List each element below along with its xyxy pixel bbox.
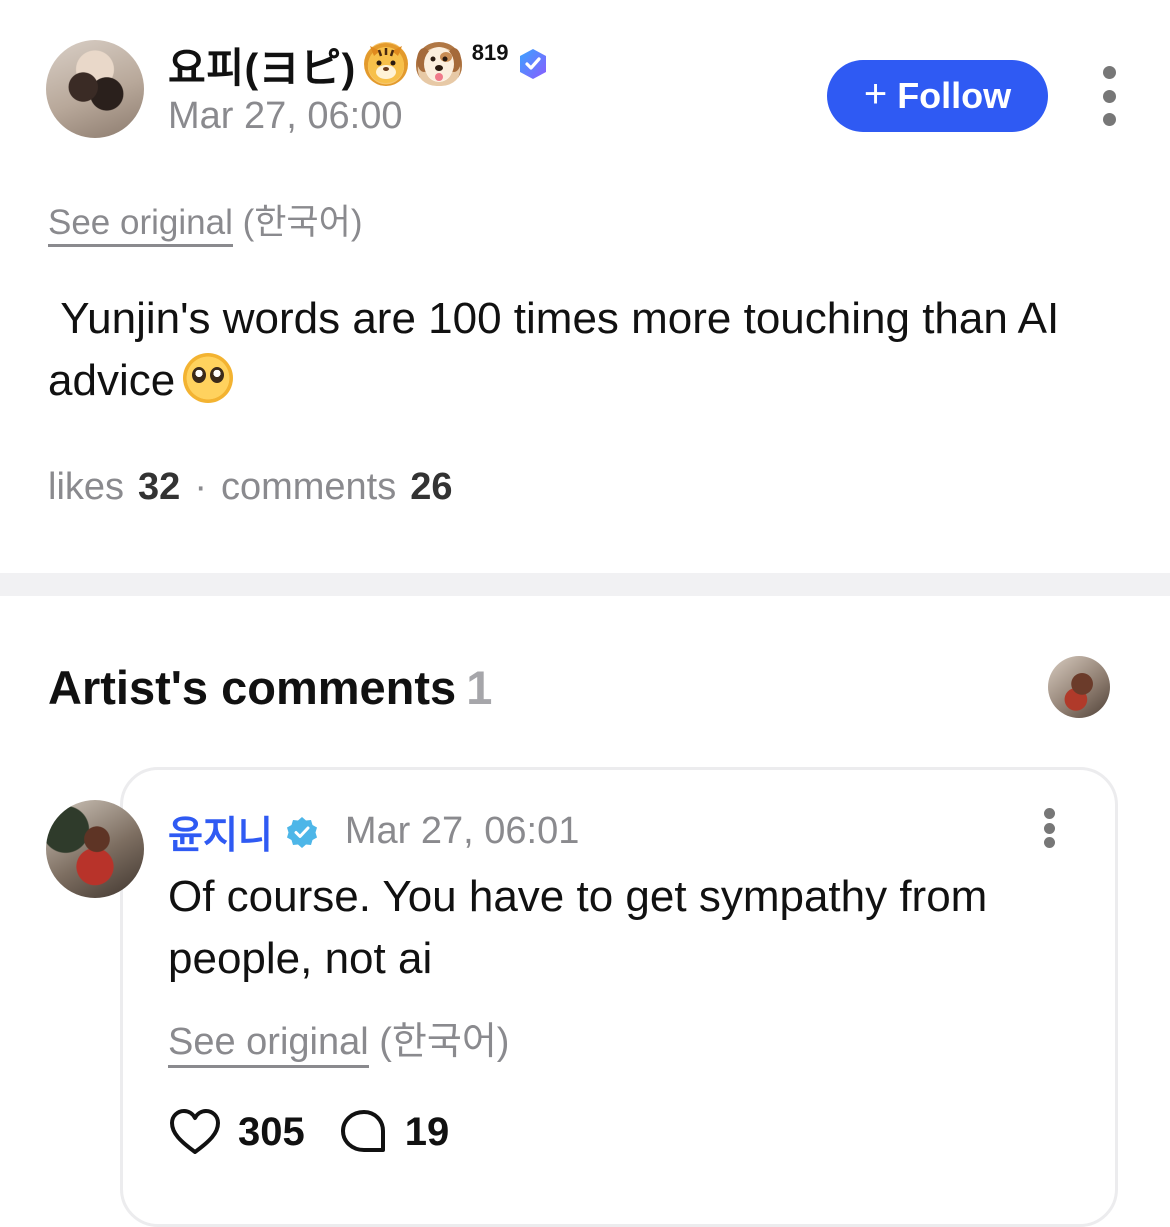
commenter-name[interactable]: 윤지니: [168, 804, 273, 859]
comment-date: Mar 27, 06:01: [344, 810, 580, 852]
artist-comments-count: 1: [466, 661, 493, 714]
comment-header: 윤지니 Mar 27, 06:01: [168, 804, 579, 859]
follow-button[interactable]: + Follow: [827, 60, 1048, 132]
pleading-face-emoji: [183, 353, 234, 403]
stats-separator: ·: [194, 466, 207, 508]
heart-icon: [170, 1109, 220, 1154]
commenter-avatar[interactable]: [46, 800, 144, 898]
dot: [1102, 113, 1116, 126]
comments-label[interactable]: comments: [221, 466, 396, 509]
section-divider: [0, 573, 1170, 596]
post-stats: likes 32 · comments 26: [48, 466, 453, 509]
like-count: 305: [238, 1109, 305, 1154]
comment-more-options-icon[interactable]: [1042, 808, 1056, 848]
dot: [1043, 837, 1055, 848]
translation-row: See original (한국어): [48, 194, 363, 247]
reply-count: 19: [404, 1109, 450, 1154]
author-avatar[interactable]: [46, 40, 144, 138]
verified-check-icon: [286, 816, 317, 848]
plus-icon: +: [863, 72, 888, 116]
artist-comments-title: Artist's comments: [48, 661, 457, 714]
likes-label: likes: [48, 466, 125, 508]
dog-face-emoji: [415, 42, 462, 86]
comments-count: 26: [410, 466, 453, 508]
tiger-face-emoji: [363, 42, 408, 86]
comment-translation-row: See original (한국어): [168, 1010, 510, 1068]
post-body: Yunjin's words are 100 times more touchi…: [48, 288, 1128, 412]
comment-see-original-link[interactable]: See original: [168, 1021, 369, 1068]
dot: [1102, 66, 1116, 79]
dot: [1043, 808, 1055, 819]
see-original-link[interactable]: See original: [48, 203, 233, 247]
artist-comments-heading: Artist's comments 1: [48, 660, 492, 715]
like-button[interactable]: 305: [168, 1108, 305, 1156]
artist-avatar-small[interactable]: [1048, 656, 1110, 718]
more-options-icon[interactable]: [1092, 66, 1126, 126]
dot: [1043, 822, 1055, 834]
author-name[interactable]: 요피(ヨピ): [168, 34, 356, 94]
comment-body: Of course. You have to get sympathy from…: [168, 872, 988, 983]
comment-actions: 305 19: [168, 1108, 449, 1156]
verified-fan-badge-icon: [520, 49, 547, 79]
author-row: 요피(ヨピ) 819: [168, 36, 550, 92]
reply-button[interactable]: 19: [339, 1108, 450, 1156]
dot: [1102, 89, 1116, 103]
follow-label: Follow: [897, 75, 1012, 116]
likes-count: 32: [138, 466, 181, 508]
user-level-badge: 819: [471, 40, 509, 65]
comment-bubble-icon: [340, 1110, 385, 1152]
post-date: Mar 27, 06:00: [168, 95, 403, 137]
original-language: (한국어): [242, 203, 363, 242]
comment-original-language: (한국어): [379, 1021, 510, 1063]
